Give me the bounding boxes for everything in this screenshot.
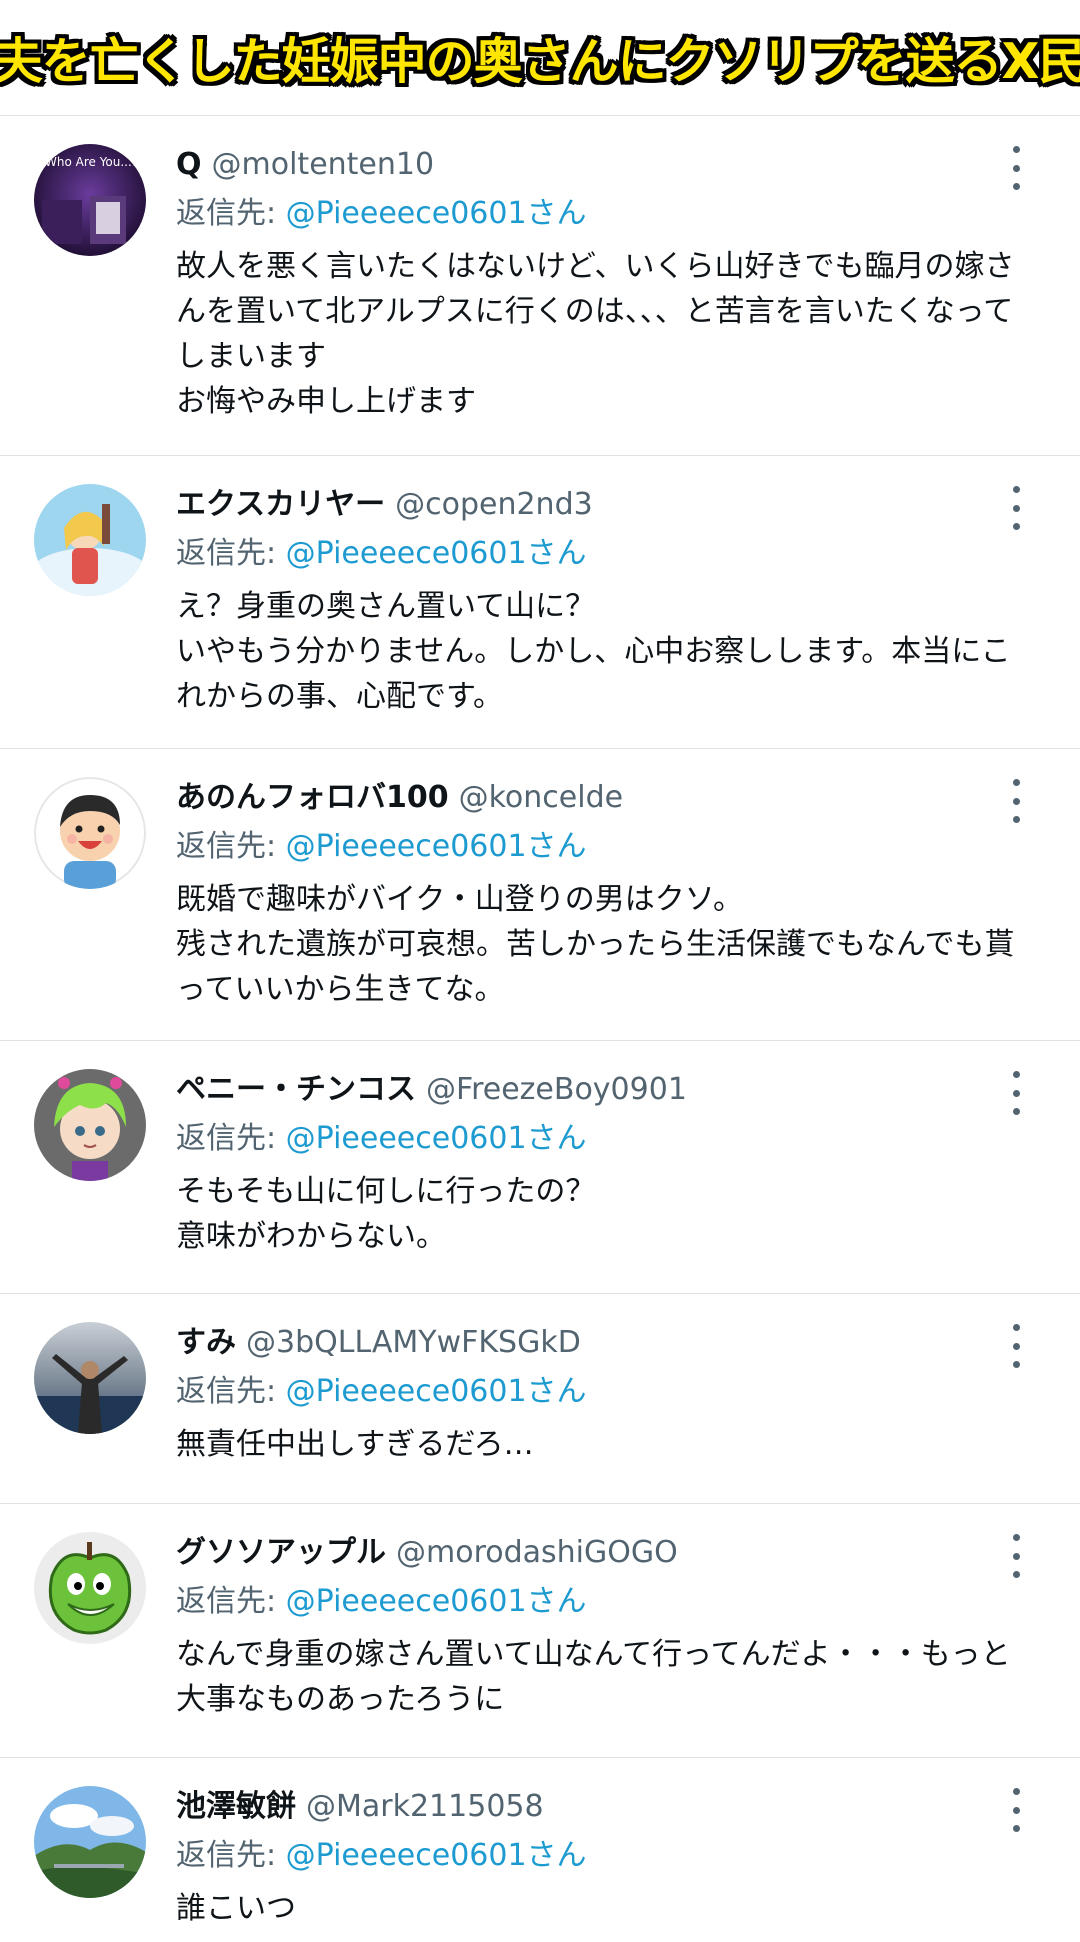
reply-prefix: 返信先: [176, 829, 277, 864]
display-name[interactable]: エクスカリヤー [176, 487, 385, 522]
reply-prefix: 返信先: [176, 536, 277, 571]
user-handle[interactable]: @copen2nd3 [395, 487, 593, 522]
display-name[interactable]: すみ [176, 1325, 236, 1360]
reply-to-line: 返信先: @Pieeeece0601さん [176, 190, 1040, 238]
reply-target-link[interactable]: @Pieeeece0601さん [286, 1374, 587, 1409]
reply-prefix: 返信先: [176, 1374, 277, 1409]
tweet-header: グソソアップル @morodashiGOGO [176, 1532, 1040, 1574]
reply-to-line: 返信先: @Pieeeece0601さん [176, 823, 1040, 871]
reply-timeline: Who Are You...!? Q @moltenten10 返信先: @Pie… [0, 116, 1080, 1939]
landscape-photo-avatar-icon[interactable] [34, 1786, 146, 1898]
reply-prefix: 返信先: [176, 196, 277, 231]
headline-title: 夫を亡くした妊娠中の奥さんにクソリプを送るX民 [0, 33, 1080, 90]
reply-to-line: 返信先: @Pieeeece0601さん [176, 1115, 1040, 1163]
user-handle[interactable]: @koncelde [459, 780, 623, 815]
tweet-header: あのんフォロバ100 @koncelde [176, 777, 1040, 819]
tweet-header: エクスカリヤー @copen2nd3 [176, 484, 1040, 526]
reply-prefix: 返信先: [176, 1121, 277, 1156]
green-apple-avatar-icon[interactable] [34, 1532, 146, 1644]
tweet-text: 既婚で趣味がバイク・山登りの男はクソ。 残された遺族が可哀想。苦しかったら生活保… [176, 882, 1015, 1007]
display-name[interactable]: グソソアップル [176, 1535, 386, 1570]
user-handle[interactable]: @FreezeBoy0901 [426, 1072, 687, 1107]
tweet-text: なんで身重の嫁さん置いて山なんて行ってんだよ・・・もっと大事なものあったろうに [176, 1637, 1011, 1717]
display-name[interactable]: あのんフォロバ100 [176, 780, 449, 815]
tweet-text: 故人を悪く言いたくはないけど、いくら山好きでも臨月の嫁さんを置いて北アルプスに行… [176, 249, 1015, 419]
tweet-header: ペニー・チンコス @FreezeBoy0901 [176, 1069, 1040, 1111]
reply-to-line: 返信先: @Pieeeece0601さん [176, 530, 1040, 578]
tweet-item[interactable]: 池澤敏餅 @Mark2115058 返信先: @Pieeeece0601さん 誰こ… [0, 1758, 1080, 1939]
tweet-header: すみ @3bQLLAMYwFKSGkD [176, 1322, 1040, 1364]
more-options-icon[interactable] [1004, 486, 1028, 530]
tweet-item[interactable]: あのんフォロバ100 @koncelde 返信先: @Pieeeece0601さん… [0, 749, 1080, 1041]
more-options-icon[interactable] [1004, 1534, 1028, 1578]
reply-target-link[interactable]: @Pieeeece0601さん [286, 536, 587, 571]
display-name[interactable]: Q [176, 147, 202, 182]
user-handle[interactable]: @3bQLLAMYwFKSGkD [246, 1325, 581, 1360]
tweet-item[interactable]: エクスカリヤー @copen2nd3 返信先: @Pieeeece0601さん え… [0, 456, 1080, 749]
more-options-icon[interactable] [1004, 1788, 1028, 1832]
display-name[interactable]: ペニー・チンコス [176, 1072, 416, 1107]
more-options-icon[interactable] [1004, 1324, 1028, 1368]
tweet-header: Q @moltenten10 [176, 144, 1040, 186]
tweet-item[interactable]: グソソアップル @morodashiGOGO 返信先: @Pieeeece0601… [0, 1504, 1080, 1758]
more-options-icon[interactable] [1004, 146, 1028, 190]
reply-prefix: 返信先: [176, 1584, 277, 1619]
green-hair-character-avatar-icon[interactable] [34, 1069, 146, 1181]
tweet-text: そもそも山に何しに行ったの？ 意味がわからない。 [176, 1174, 596, 1254]
reply-to-line: 返信先: @Pieeeece0601さん [176, 1368, 1040, 1416]
user-handle[interactable]: @Mark2115058 [306, 1789, 544, 1824]
reply-target-link[interactable]: @Pieeeece0601さん [286, 1838, 587, 1873]
reply-target-link[interactable]: @Pieeeece0601さん [286, 1584, 587, 1619]
reply-to-line: 返信先: @Pieeeece0601さん [176, 1832, 1040, 1880]
display-name[interactable]: 池澤敏餅 [176, 1789, 296, 1824]
reply-target-link[interactable]: @Pieeeece0601さん [286, 1121, 587, 1156]
more-options-icon[interactable] [1004, 779, 1028, 823]
tweet-item[interactable]: ペニー・チンコス @FreezeBoy0901 返信先: @Pieeeece060… [0, 1041, 1080, 1294]
reply-target-link[interactable]: @Pieeeece0601さん [286, 829, 587, 864]
reply-prefix: 返信先: [176, 1838, 277, 1873]
tweet-item[interactable]: すみ @3bQLLAMYwFKSGkD 返信先: @Pieeeece0601さん … [0, 1294, 1080, 1504]
tweet-item[interactable]: Who Are You...!? Q @moltenten10 返信先: @Pie… [0, 116, 1080, 456]
tweet-text: え？身重の奥さん置いて山に？ いやもう分かりません。しかし、心中お察しします。本… [176, 589, 1011, 714]
cartoon-boy-avatar-icon[interactable] [34, 777, 146, 889]
tweet-text: 誰こいつ [176, 1891, 296, 1926]
headline-band: 夫を亡くした妊娠中の奥さんにクソリプを送るX民 [0, 0, 1080, 116]
person-photo-avatar-icon[interactable] [34, 1322, 146, 1434]
tweet-header: 池澤敏餅 @Mark2115058 [176, 1786, 1040, 1828]
user-handle[interactable]: @morodashiGOGO [396, 1535, 678, 1570]
user-handle[interactable]: @moltenten10 [212, 147, 435, 182]
tweet-text: 無責任中出しすぎるだろ… [176, 1427, 534, 1462]
more-options-icon[interactable] [1004, 1071, 1028, 1115]
anime-character-avatar-icon[interactable] [34, 484, 146, 596]
reply-target-link[interactable]: @Pieeeece0601さん [286, 196, 587, 231]
reply-to-line: 返信先: @Pieeeece0601さん [176, 1578, 1040, 1626]
avatar-text: Who Are You...!? [45, 155, 143, 169]
who-are-you-avatar-icon[interactable]: Who Are You...!? [34, 144, 146, 256]
